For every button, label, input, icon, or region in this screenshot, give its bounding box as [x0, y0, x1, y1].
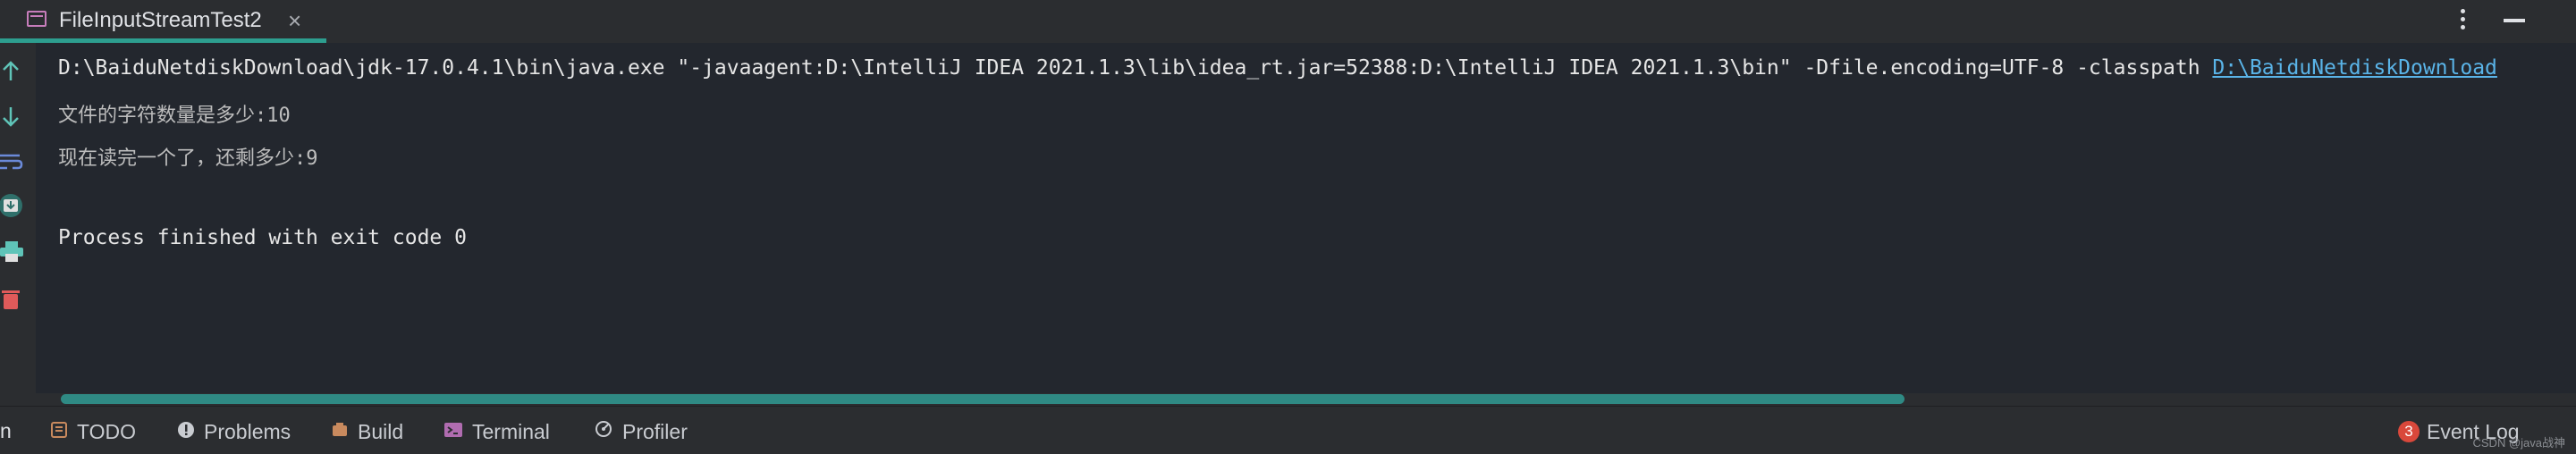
terminal-tool-button[interactable]: Terminal	[443, 419, 550, 444]
terminal-icon	[443, 420, 463, 444]
profiler-tool-button[interactable]: Profiler	[594, 419, 688, 444]
output-line-2: 现在读完一个了，还剩多少:9	[58, 147, 318, 170]
command-text: D:\BaiduNetdiskDownload\jdk-17.0.4.1\bin…	[58, 56, 2213, 80]
problems-label: Problems	[204, 419, 291, 443]
watermark: CSDN @java战神	[2472, 436, 2566, 450]
build-tool-button[interactable]: Build	[331, 419, 403, 444]
scroll-to-end-icon[interactable]	[0, 193, 25, 218]
more-vertical-icon[interactable]	[2461, 9, 2466, 32]
build-icon	[331, 420, 349, 444]
process-finished-line: Process finished with exit code 0	[58, 226, 467, 249]
todo-icon	[50, 420, 68, 444]
tab-title: FileInputStreamTest2	[59, 8, 262, 32]
todo-tool-button[interactable]: TODO	[50, 419, 136, 444]
build-label: Build	[358, 419, 404, 443]
tab-bar: FileInputStreamTest2 ×	[0, 0, 2576, 43]
tab-file-input-stream-test2[interactable]: FileInputStreamTest2 ×	[0, 0, 326, 43]
profiler-label: Profiler	[622, 419, 688, 443]
terminal-label: Terminal	[472, 419, 550, 443]
trash-icon[interactable]	[0, 286, 25, 311]
problems-tool-button[interactable]: Problems	[177, 419, 291, 444]
event-count-badge: 3	[2398, 421, 2420, 442]
horizontal-scrollbar[interactable]	[61, 394, 1905, 404]
profiler-icon	[594, 419, 613, 444]
console-output[interactable]: D:\BaiduNetdiskDownload\jdk-17.0.4.1\bin…	[36, 43, 2576, 404]
close-icon[interactable]: ×	[288, 7, 301, 35]
output-line-1: 文件的字符数量是多少:10	[58, 105, 291, 127]
arrow-up-icon[interactable]	[0, 59, 25, 84]
console-toolbar	[0, 43, 36, 393]
command-line: D:\BaiduNetdiskDownload\jdk-17.0.4.1\bin…	[58, 56, 2497, 80]
print-icon[interactable]	[0, 240, 25, 265]
run-tool-button[interactable]: n	[0, 419, 12, 443]
todo-label: TODO	[77, 419, 137, 443]
soft-wrap-icon[interactable]	[0, 148, 25, 173]
warning-circle-icon	[177, 420, 195, 444]
tool-window-bar: n TODO Problems Build Terminal Profiler …	[0, 406, 2576, 454]
arrow-down-icon[interactable]	[0, 104, 25, 129]
minimize-icon[interactable]	[2504, 19, 2525, 22]
run-config-icon	[27, 11, 46, 27]
classpath-link[interactable]: D:\BaiduNetdiskDownload	[2212, 56, 2497, 80]
